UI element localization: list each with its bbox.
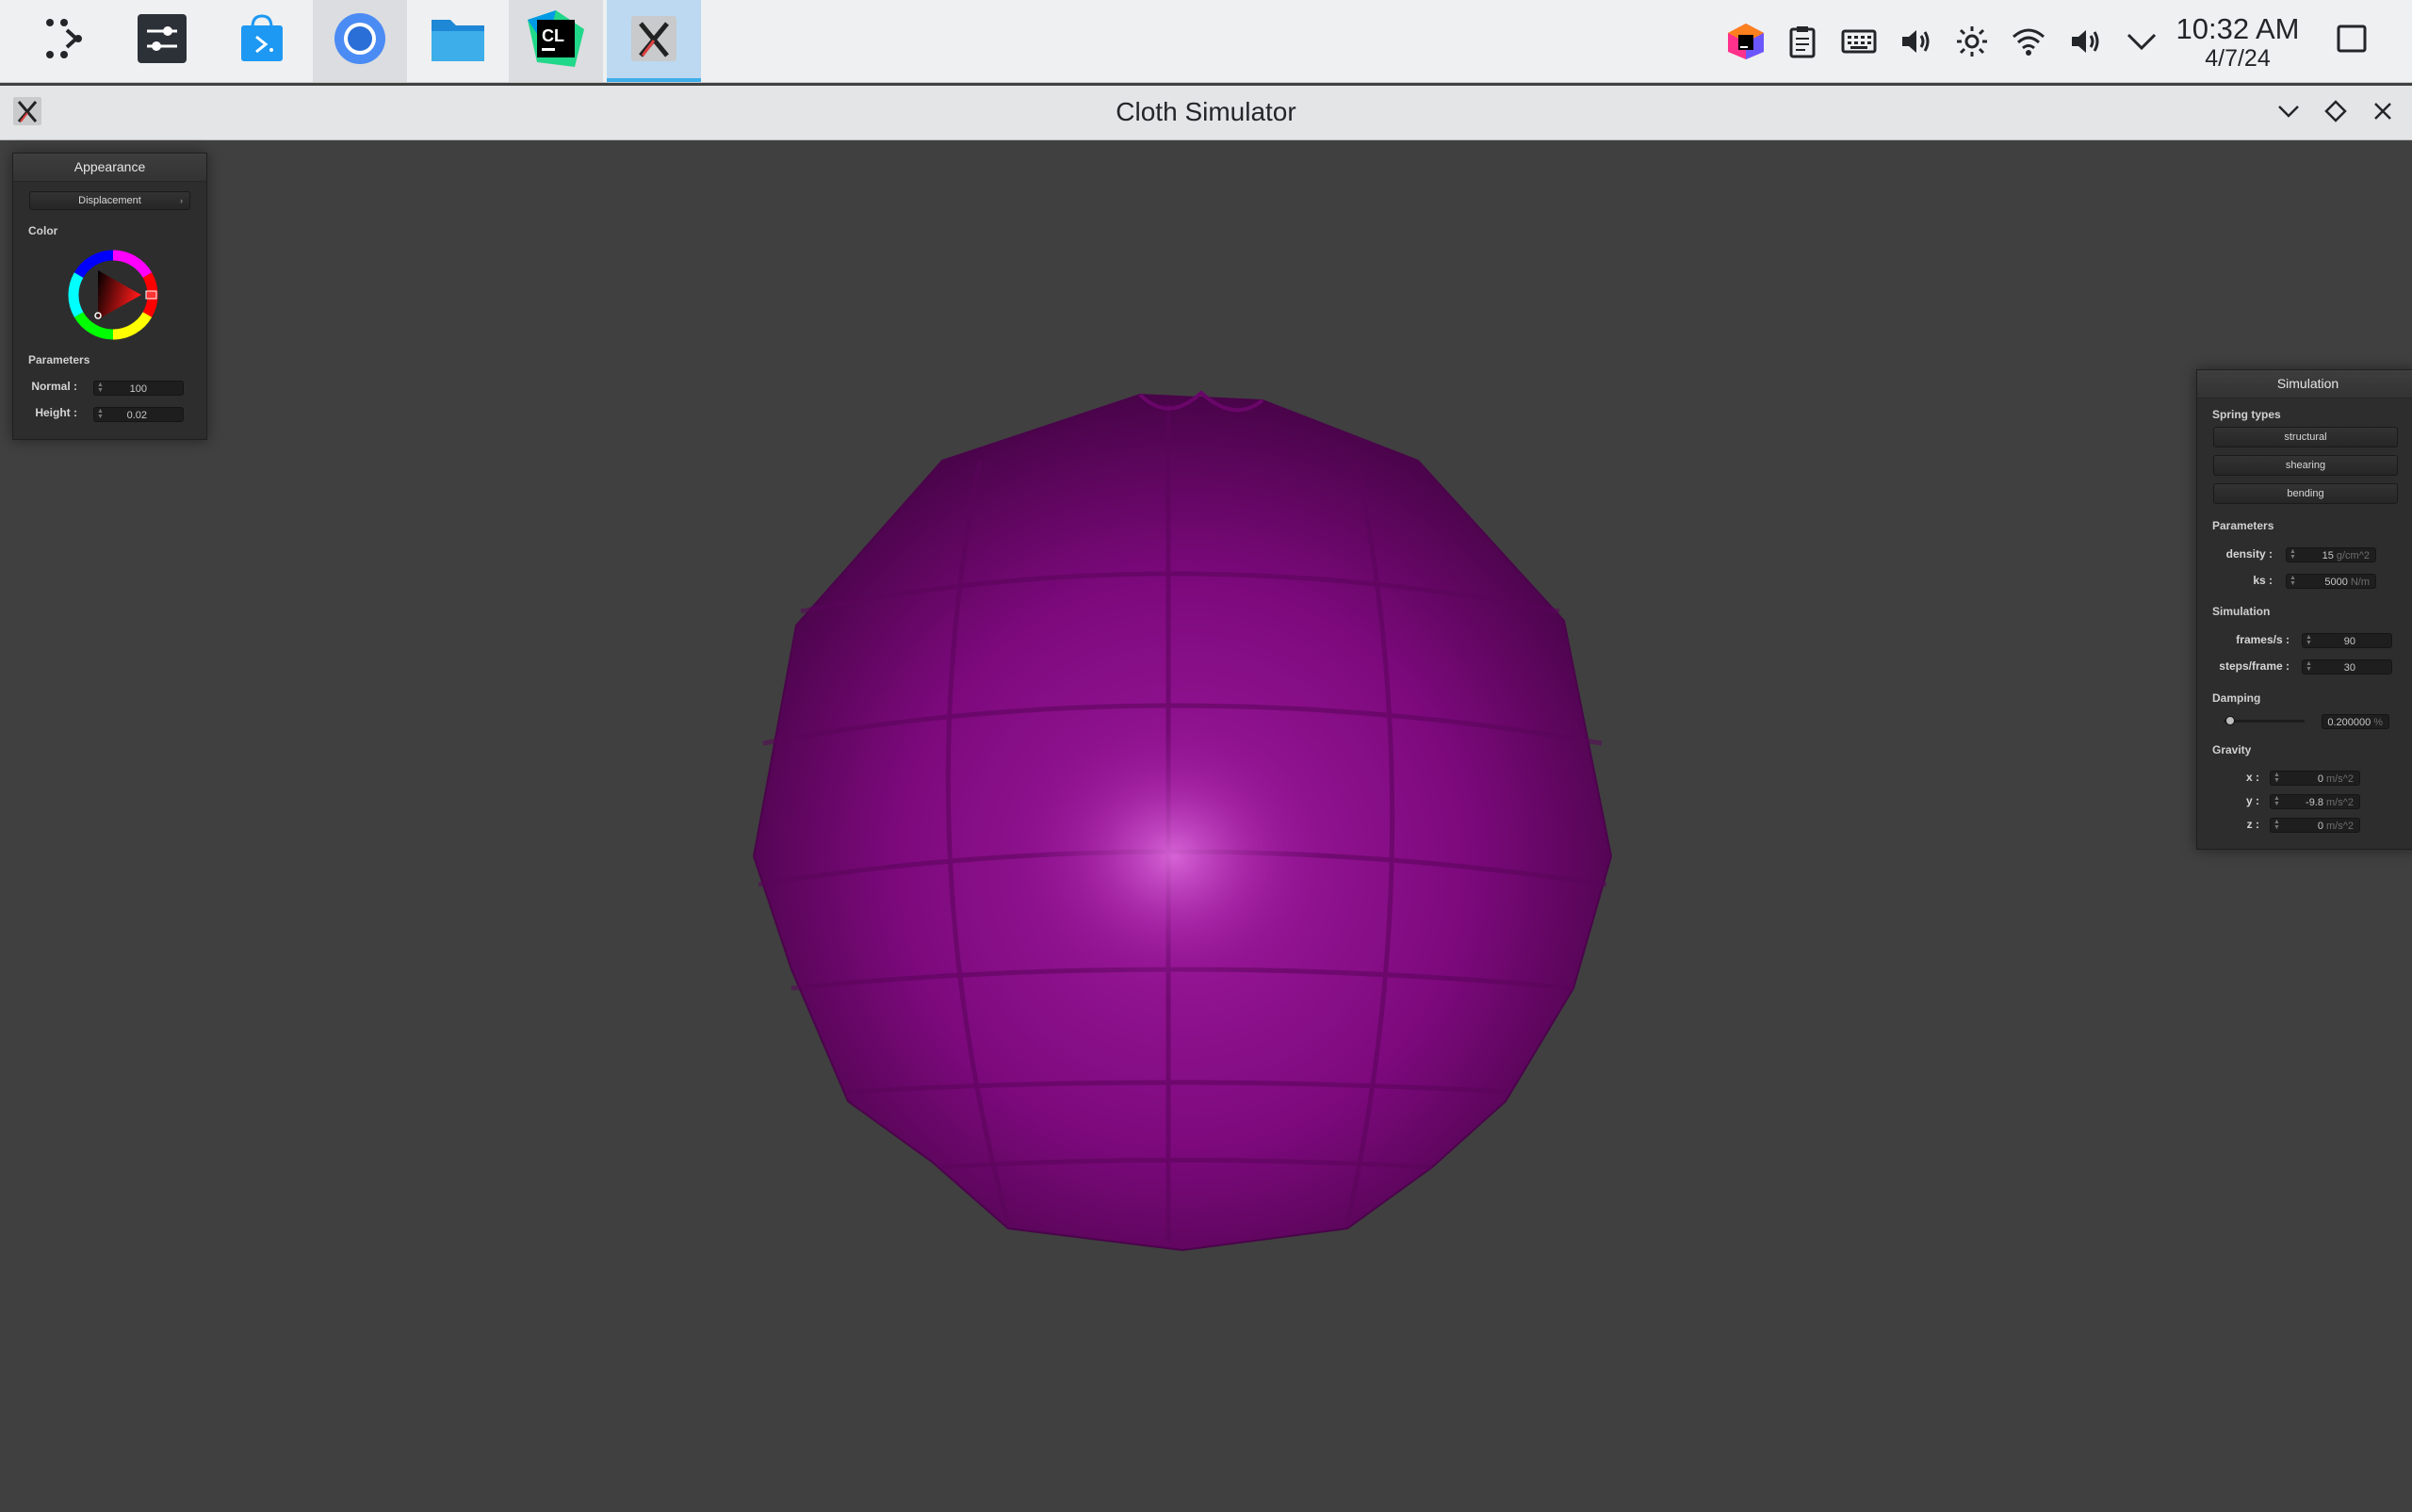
- appearance-panel: Appearance Displacement › Color Paramete…: [12, 153, 207, 440]
- gravity-z-input[interactable]: ▲ ▼ 0 m/s^2: [2270, 818, 2360, 833]
- 3d-viewport[interactable]: [0, 140, 2412, 1507]
- shader-dropdown[interactable]: Displacement ›: [29, 191, 190, 210]
- jetbrains-toolbox-icon[interactable]: [1722, 19, 1769, 64]
- simulation-label: Simulation: [2212, 605, 2271, 618]
- system-tray: [1722, 19, 2175, 64]
- gravity-z-unit: m/s^2: [2326, 821, 2354, 832]
- svg-text:CL: CL: [542, 26, 564, 45]
- fps-value: 90: [2343, 636, 2355, 647]
- taskbar-app-x11[interactable]: [607, 0, 701, 82]
- damping-slider[interactable]: [2224, 716, 2305, 725]
- normal-label: Normal :: [31, 380, 77, 393]
- maximize-button[interactable]: [2320, 97, 2352, 129]
- height-label: Height :: [35, 406, 77, 419]
- window-titlebar[interactable]: Cloth Simulator: [0, 86, 2412, 140]
- density-label: density :: [2225, 547, 2273, 561]
- gravity-x-unit: m/s^2: [2326, 773, 2354, 785]
- normal-input[interactable]: ▲ ▼ 100: [93, 381, 184, 396]
- wifi-icon[interactable]: [2005, 19, 2052, 64]
- simulation-panel-title[interactable]: Simulation: [2197, 370, 2412, 398]
- gravity-y-value: -9.8: [2306, 797, 2323, 808]
- ks-unit: N/m: [2350, 577, 2370, 588]
- launcher-icon: [39, 13, 90, 69]
- bending-spring-button[interactable]: bending: [2213, 483, 2398, 504]
- parameters-label: Parameters: [2212, 519, 2274, 532]
- steps-label: steps/frame :: [2219, 659, 2290, 673]
- appearance-panel-title[interactable]: Appearance: [13, 154, 206, 182]
- ks-value: 5000: [2324, 577, 2348, 588]
- color-wheel[interactable]: [68, 250, 158, 340]
- damping-slider-handle[interactable]: [2225, 716, 2235, 725]
- gravity-x-input[interactable]: ▲ ▼ 0 m/s^2: [2270, 771, 2360, 786]
- gravity-y-label: y :: [2245, 794, 2259, 807]
- clock-date: 4/7/24: [2205, 45, 2271, 72]
- gravity-label: Gravity: [2212, 743, 2252, 756]
- brightness-icon[interactable]: [1948, 19, 1996, 64]
- taskbar: CL 10:32 AM 4/7/24: [0, 0, 2412, 83]
- parameters-label: Parameters: [28, 353, 90, 366]
- gravity-y-unit: m/s^2: [2326, 797, 2354, 808]
- damping-value: 0.200000: [2327, 717, 2371, 728]
- show-desktop-icon: [2336, 23, 2368, 59]
- fps-label: frames/s :: [2236, 633, 2290, 646]
- window-title: Cloth Simulator: [1116, 97, 1296, 126]
- taskbar-app-clion[interactable]: CL: [509, 0, 603, 82]
- browser-icon: [333, 11, 387, 71]
- density-value: 15: [2322, 550, 2334, 561]
- steps-value: 30: [2343, 662, 2355, 674]
- store-bag-icon: [236, 12, 288, 70]
- density-input[interactable]: ▲ ▼ 15 g/cm^2: [2286, 547, 2376, 562]
- clock[interactable]: 10:32 AM 4/7/24: [2167, 12, 2308, 73]
- damping-input[interactable]: 0.200000%: [2322, 714, 2389, 729]
- close-icon: [2371, 100, 2394, 127]
- clion-icon: CL: [528, 10, 584, 72]
- shearing-spring-button[interactable]: shearing: [2213, 455, 2398, 476]
- gravity-x-value: 0: [2317, 773, 2323, 785]
- chevron-down-icon[interactable]: [2118, 19, 2165, 64]
- minimize-button[interactable]: [2273, 97, 2305, 129]
- x-logo-icon: [629, 14, 678, 68]
- fps-input[interactable]: ▲ ▼ 90: [2302, 633, 2392, 648]
- color-label: Color: [28, 224, 58, 237]
- chevron-right-icon: ›: [180, 196, 183, 205]
- density-unit: g/cm^2: [2336, 550, 2370, 561]
- application-launcher-button[interactable]: [17, 0, 111, 82]
- settings-sliders-icon: [136, 12, 188, 70]
- folder-icon: [430, 12, 486, 70]
- simulation-panel: Simulation Spring types structural shear…: [2196, 369, 2412, 850]
- ks-input[interactable]: ▲ ▼ 5000 N/m: [2286, 574, 2376, 589]
- damping-label: Damping: [2212, 691, 2261, 705]
- damping-unit: %: [2373, 717, 2383, 728]
- height-input[interactable]: ▲ ▼ 0.02: [93, 407, 184, 422]
- gravity-z-value: 0: [2317, 821, 2323, 832]
- minimize-icon: [2276, 103, 2301, 124]
- height-value: 0.02: [126, 410, 147, 421]
- steps-input[interactable]: ▲ ▼ 30: [2302, 659, 2392, 675]
- spring-types-label: Spring types: [2212, 408, 2281, 421]
- taskbar-app-chromium[interactable]: [313, 0, 407, 82]
- clock-time: 10:32 AM: [2176, 12, 2300, 45]
- structural-spring-button[interactable]: structural: [2213, 427, 2398, 447]
- maximize-icon: [2323, 99, 2348, 128]
- speaker-icon[interactable]: [2062, 19, 2109, 64]
- gravity-z-label: z :: [2246, 818, 2259, 831]
- ks-label: ks :: [2253, 574, 2273, 587]
- taskbar-app-system-settings[interactable]: [115, 0, 209, 82]
- cloth-sphere-render: [752, 390, 1613, 1252]
- gravity-x-label: x :: [2245, 771, 2259, 784]
- taskbar-app-files[interactable]: [411, 0, 505, 82]
- shader-dropdown-value: Displacement: [78, 195, 141, 206]
- clipboard-icon[interactable]: [1779, 19, 1826, 64]
- show-desktop-button[interactable]: [2325, 0, 2378, 82]
- volume-icon[interactable]: [1892, 19, 1939, 64]
- close-button[interactable]: [2367, 97, 2399, 129]
- taskbar-app-discover[interactable]: [215, 0, 309, 82]
- keyboard-icon[interactable]: [1835, 19, 1882, 64]
- normal-value: 100: [129, 383, 147, 395]
- gravity-y-input[interactable]: ▲ ▼ -9.8 m/s^2: [2270, 794, 2360, 809]
